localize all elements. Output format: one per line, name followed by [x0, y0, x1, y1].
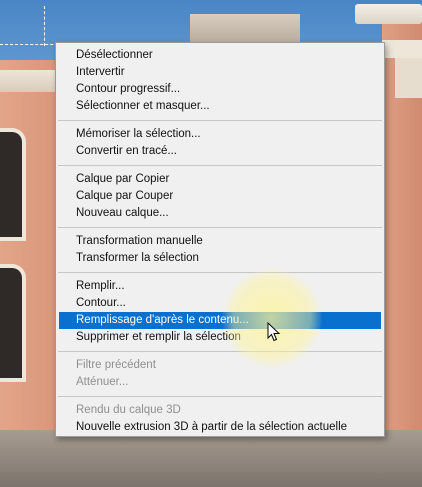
building-wall-left — [0, 60, 60, 440]
menu-item-new-3d-extrusion[interactable]: Nouvelle extrusion 3D à partir de la sél… — [56, 419, 384, 436]
menu-separator — [58, 165, 382, 166]
menu-item-layer-via-copy[interactable]: Calque par Copier — [56, 171, 384, 188]
menu-item-render-3d-layer: Rendu du calque 3D — [76, 404, 181, 416]
menu-item-fill[interactable]: Remplir... — [56, 278, 384, 295]
menu-item-stroke[interactable]: Contour... — [56, 295, 384, 312]
menu-item-make-work-path[interactable]: Convertir en tracé... — [56, 143, 384, 160]
building-roof — [190, 14, 300, 44]
building-cornice-left — [0, 70, 60, 92]
street — [0, 430, 422, 487]
menu-separator — [58, 272, 382, 273]
menu-item-select-and-mask[interactable]: Sélectionner et masquer... — [56, 98, 384, 115]
menu-item-layer-via-cut[interactable]: Calque par Couper — [56, 188, 384, 205]
menu-item-save-selection[interactable]: Mémoriser la sélection... — [56, 126, 384, 143]
menu-item-free-transform[interactable]: Transformation manuelle — [56, 233, 384, 250]
context-menu: Désélectionner Intervertir Contour progr… — [55, 42, 385, 437]
building-window — [0, 264, 26, 382]
menu-separator — [58, 351, 382, 352]
tower-cap — [355, 4, 422, 24]
menu-item-transform-selection[interactable]: Transformer la sélection — [56, 250, 384, 267]
menu-separator — [58, 227, 382, 228]
menu-item-new-layer[interactable]: Nouveau calque... — [56, 205, 384, 222]
menu-item-feather[interactable]: Contour progressif... — [56, 81, 384, 98]
menu-separator — [58, 396, 382, 397]
menu-item-delete-and-fill[interactable]: Supprimer et remplir la sélection — [56, 329, 384, 346]
menu-item-fade: Atténuer... — [76, 376, 129, 388]
menu-separator — [58, 120, 382, 121]
selection-marquee — [44, 6, 45, 46]
menu-item-inverse[interactable]: Intervertir — [56, 64, 384, 81]
photo-canvas[interactable]: Désélectionner Intervertir Contour progr… — [0, 0, 422, 487]
tower-ledge — [382, 40, 422, 58]
menu-item-last-filter: Filtre précédent — [76, 359, 156, 371]
tower-column — [395, 58, 422, 98]
menu-item-deselect[interactable]: Désélectionner — [56, 47, 384, 64]
building-window — [0, 128, 26, 241]
menu-item-content-aware-fill[interactable]: Remplissage d'après le contenu... — [59, 312, 381, 329]
